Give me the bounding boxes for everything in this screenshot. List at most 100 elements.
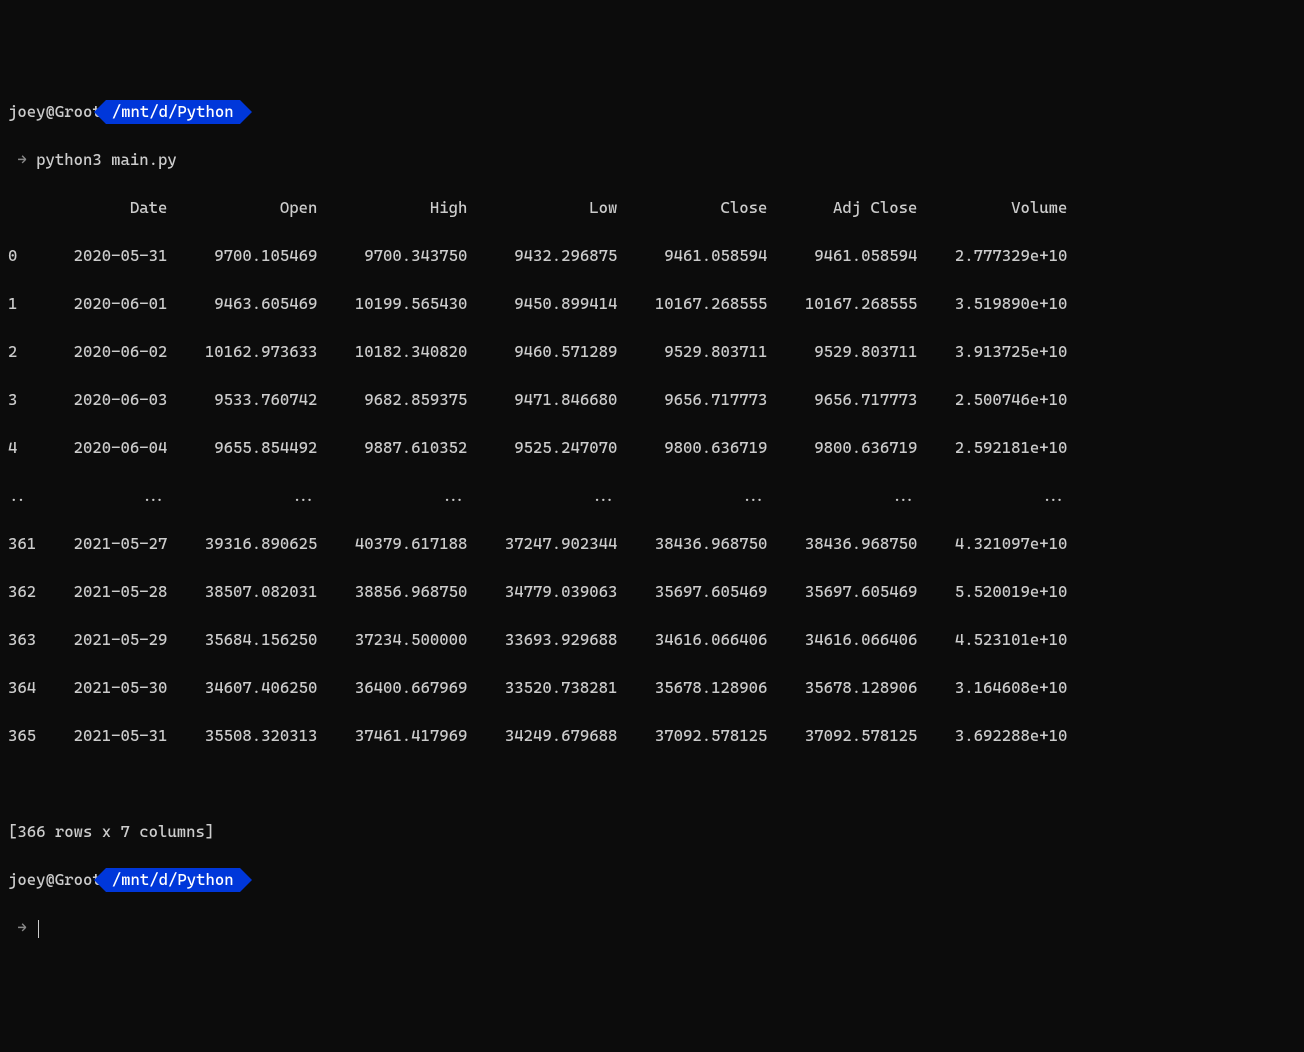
cell-adjclose: 9656.717773 [786, 388, 917, 412]
prompt-line-2: joey@Groot /mnt/d/Python [8, 868, 1296, 892]
cell-open: 35508.320313 [186, 724, 317, 748]
cell-volume: 3.519890e+10 [936, 292, 1067, 316]
prompt-arrow-icon: → [17, 150, 26, 169]
table-row: 4 2020-06-04 9655.854492 9887.610352 952… [8, 436, 1296, 460]
cell-adjclose: 35697.605469 [786, 580, 917, 604]
cell-volume: 5.520019e+10 [936, 580, 1067, 604]
cell-open: 39316.890625 [186, 532, 317, 556]
command-line-empty[interactable]: → [8, 916, 1296, 940]
path-text: /mnt/d/Python [112, 868, 234, 892]
row-index: 2 [8, 340, 36, 364]
cell-low: 9450.899414 [486, 292, 617, 316]
cell-date: 2021-05-27 [55, 532, 168, 556]
cell-adjclose: 9529.803711 [786, 340, 917, 364]
cell-close: 34616.066406 [636, 628, 767, 652]
cell-adjclose: 35678.128906 [786, 676, 917, 700]
cell-adjclose: 9461.058594 [786, 244, 917, 268]
cell-open: 9533.760742 [186, 388, 317, 412]
cell-open: 35684.156250 [186, 628, 317, 652]
cell-high: 36400.667969 [336, 676, 467, 700]
cell-ellipsis: ... [186, 484, 317, 508]
header-row: Date Open High Low Close Adj Close Volum… [8, 196, 1296, 220]
cell-high: 40379.617188 [336, 532, 467, 556]
cell-date: 2020-06-03 [55, 388, 168, 412]
row-index: 4 [8, 436, 36, 460]
row-index: 364 [8, 676, 36, 700]
table-row: 363 2021-05-29 35684.156250 37234.500000… [8, 628, 1296, 652]
cell-high: 9700.343750 [336, 244, 467, 268]
prompt-arrow-icon: → [17, 918, 26, 937]
cell-ellipsis: ... [636, 484, 767, 508]
row-index: 362 [8, 580, 36, 604]
row-index: 365 [8, 724, 36, 748]
cell-adjclose: 38436.968750 [786, 532, 917, 556]
user-host: joey@Groot [8, 868, 106, 892]
cell-volume: 4.321097e+10 [936, 532, 1067, 556]
cell-low: 9471.846680 [486, 388, 617, 412]
prompt-line-1: joey@Groot /mnt/d/Python [8, 100, 1296, 124]
cell-volume: 2.777329e+10 [936, 244, 1067, 268]
cell-ellipsis: ... [486, 484, 617, 508]
cell-open: 9700.105469 [186, 244, 317, 268]
col-header-adjclose: Adj Close [786, 196, 917, 220]
cell-high: 37234.500000 [336, 628, 467, 652]
cell-open: 38507.082031 [186, 580, 317, 604]
cell-low: 34779.039063 [486, 580, 617, 604]
cell-volume: 4.523101e+10 [936, 628, 1067, 652]
cell-ellipsis: ... [936, 484, 1067, 508]
cell-date: 2020-06-04 [55, 436, 168, 460]
cell-close: 10167.268555 [636, 292, 767, 316]
cell-low: 33520.738281 [486, 676, 617, 700]
cell-low: 33693.929688 [486, 628, 617, 652]
cell-open: 10162.973633 [186, 340, 317, 364]
command-line[interactable]: → python3 main.py [8, 148, 1296, 172]
cell-close: 9656.717773 [636, 388, 767, 412]
cell-date: 2020-05-31 [55, 244, 168, 268]
cell-close: 38436.968750 [636, 532, 767, 556]
cell-adjclose: 9800.636719 [786, 436, 917, 460]
cursor-icon [38, 920, 39, 938]
cell-volume: 3.692288e+10 [936, 724, 1067, 748]
cell-high: 9887.610352 [336, 436, 467, 460]
cell-open: 34607.406250 [186, 676, 317, 700]
cell-date: 2021-05-30 [55, 676, 168, 700]
cell-date: 2021-05-31 [55, 724, 168, 748]
cell-close: 37092.578125 [636, 724, 767, 748]
cell-adjclose: 34616.066406 [786, 628, 917, 652]
table-row: 3 2020-06-03 9533.760742 9682.859375 947… [8, 388, 1296, 412]
cell-ellipsis: ... [336, 484, 467, 508]
col-header-volume: Volume [936, 196, 1067, 220]
cell-ellipsis: ... [55, 484, 168, 508]
cell-high: 37461.417969 [336, 724, 467, 748]
cell-open: 9463.605469 [186, 292, 317, 316]
cell-adjclose: 10167.268555 [786, 292, 917, 316]
cell-date: 2020-06-02 [55, 340, 168, 364]
row-index: 1 [8, 292, 36, 316]
user-host: joey@Groot [8, 100, 106, 124]
cell-close: 9800.636719 [636, 436, 767, 460]
col-header-open: Open [186, 196, 317, 220]
cell-volume: 3.913725e+10 [936, 340, 1067, 364]
table-row: 362 2021-05-28 38507.082031 38856.968750… [8, 580, 1296, 604]
cell-volume: 2.500746e+10 [936, 388, 1067, 412]
cell-high: 10199.565430 [336, 292, 467, 316]
table-row: 0 2020-05-31 9700.105469 9700.343750 943… [8, 244, 1296, 268]
cell-close: 9529.803711 [636, 340, 767, 364]
ellipsis-row: .. ... ... ... ... ... ... ... [8, 484, 1296, 508]
row-index: 361 [8, 532, 36, 556]
cell-low: 34249.679688 [486, 724, 617, 748]
row-index: 0 [8, 244, 36, 268]
cell-high: 38856.968750 [336, 580, 467, 604]
cell-close: 35697.605469 [636, 580, 767, 604]
table-row: 365 2021-05-31 35508.320313 37461.417969… [8, 724, 1296, 748]
cell-volume: 3.164608e+10 [936, 676, 1067, 700]
cell-low: 9432.296875 [486, 244, 617, 268]
col-header-date: Date [55, 196, 168, 220]
cell-low: 37247.902344 [486, 532, 617, 556]
table-row: 1 2020-06-01 9463.605469 10199.565430 94… [8, 292, 1296, 316]
col-header-low: Low [486, 196, 617, 220]
cell-open: 9655.854492 [186, 436, 317, 460]
row-index: .. [8, 484, 36, 508]
col-header-close: Close [636, 196, 767, 220]
cell-high: 9682.859375 [336, 388, 467, 412]
